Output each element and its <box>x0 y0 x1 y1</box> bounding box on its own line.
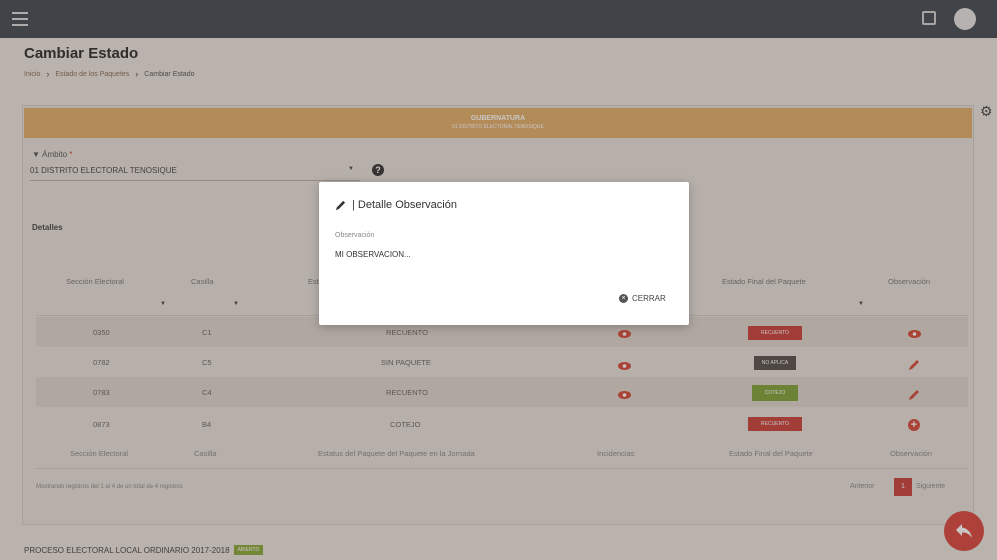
observacion-field-label: Observación <box>335 232 375 239</box>
pencil-icon <box>335 200 346 210</box>
dialog-title: | Detalle Observación <box>335 199 457 211</box>
close-button-label: CERRAR <box>632 294 666 303</box>
close-button[interactable]: × CERRAR <box>619 294 666 303</box>
observacion-field-value: MI OBSERVACION... <box>335 250 411 259</box>
observacion-dialog: | Detalle Observación Observación MI OBS… <box>319 182 689 325</box>
dialog-title-text: | Detalle Observación <box>352 199 457 211</box>
close-icon: × <box>619 294 628 303</box>
